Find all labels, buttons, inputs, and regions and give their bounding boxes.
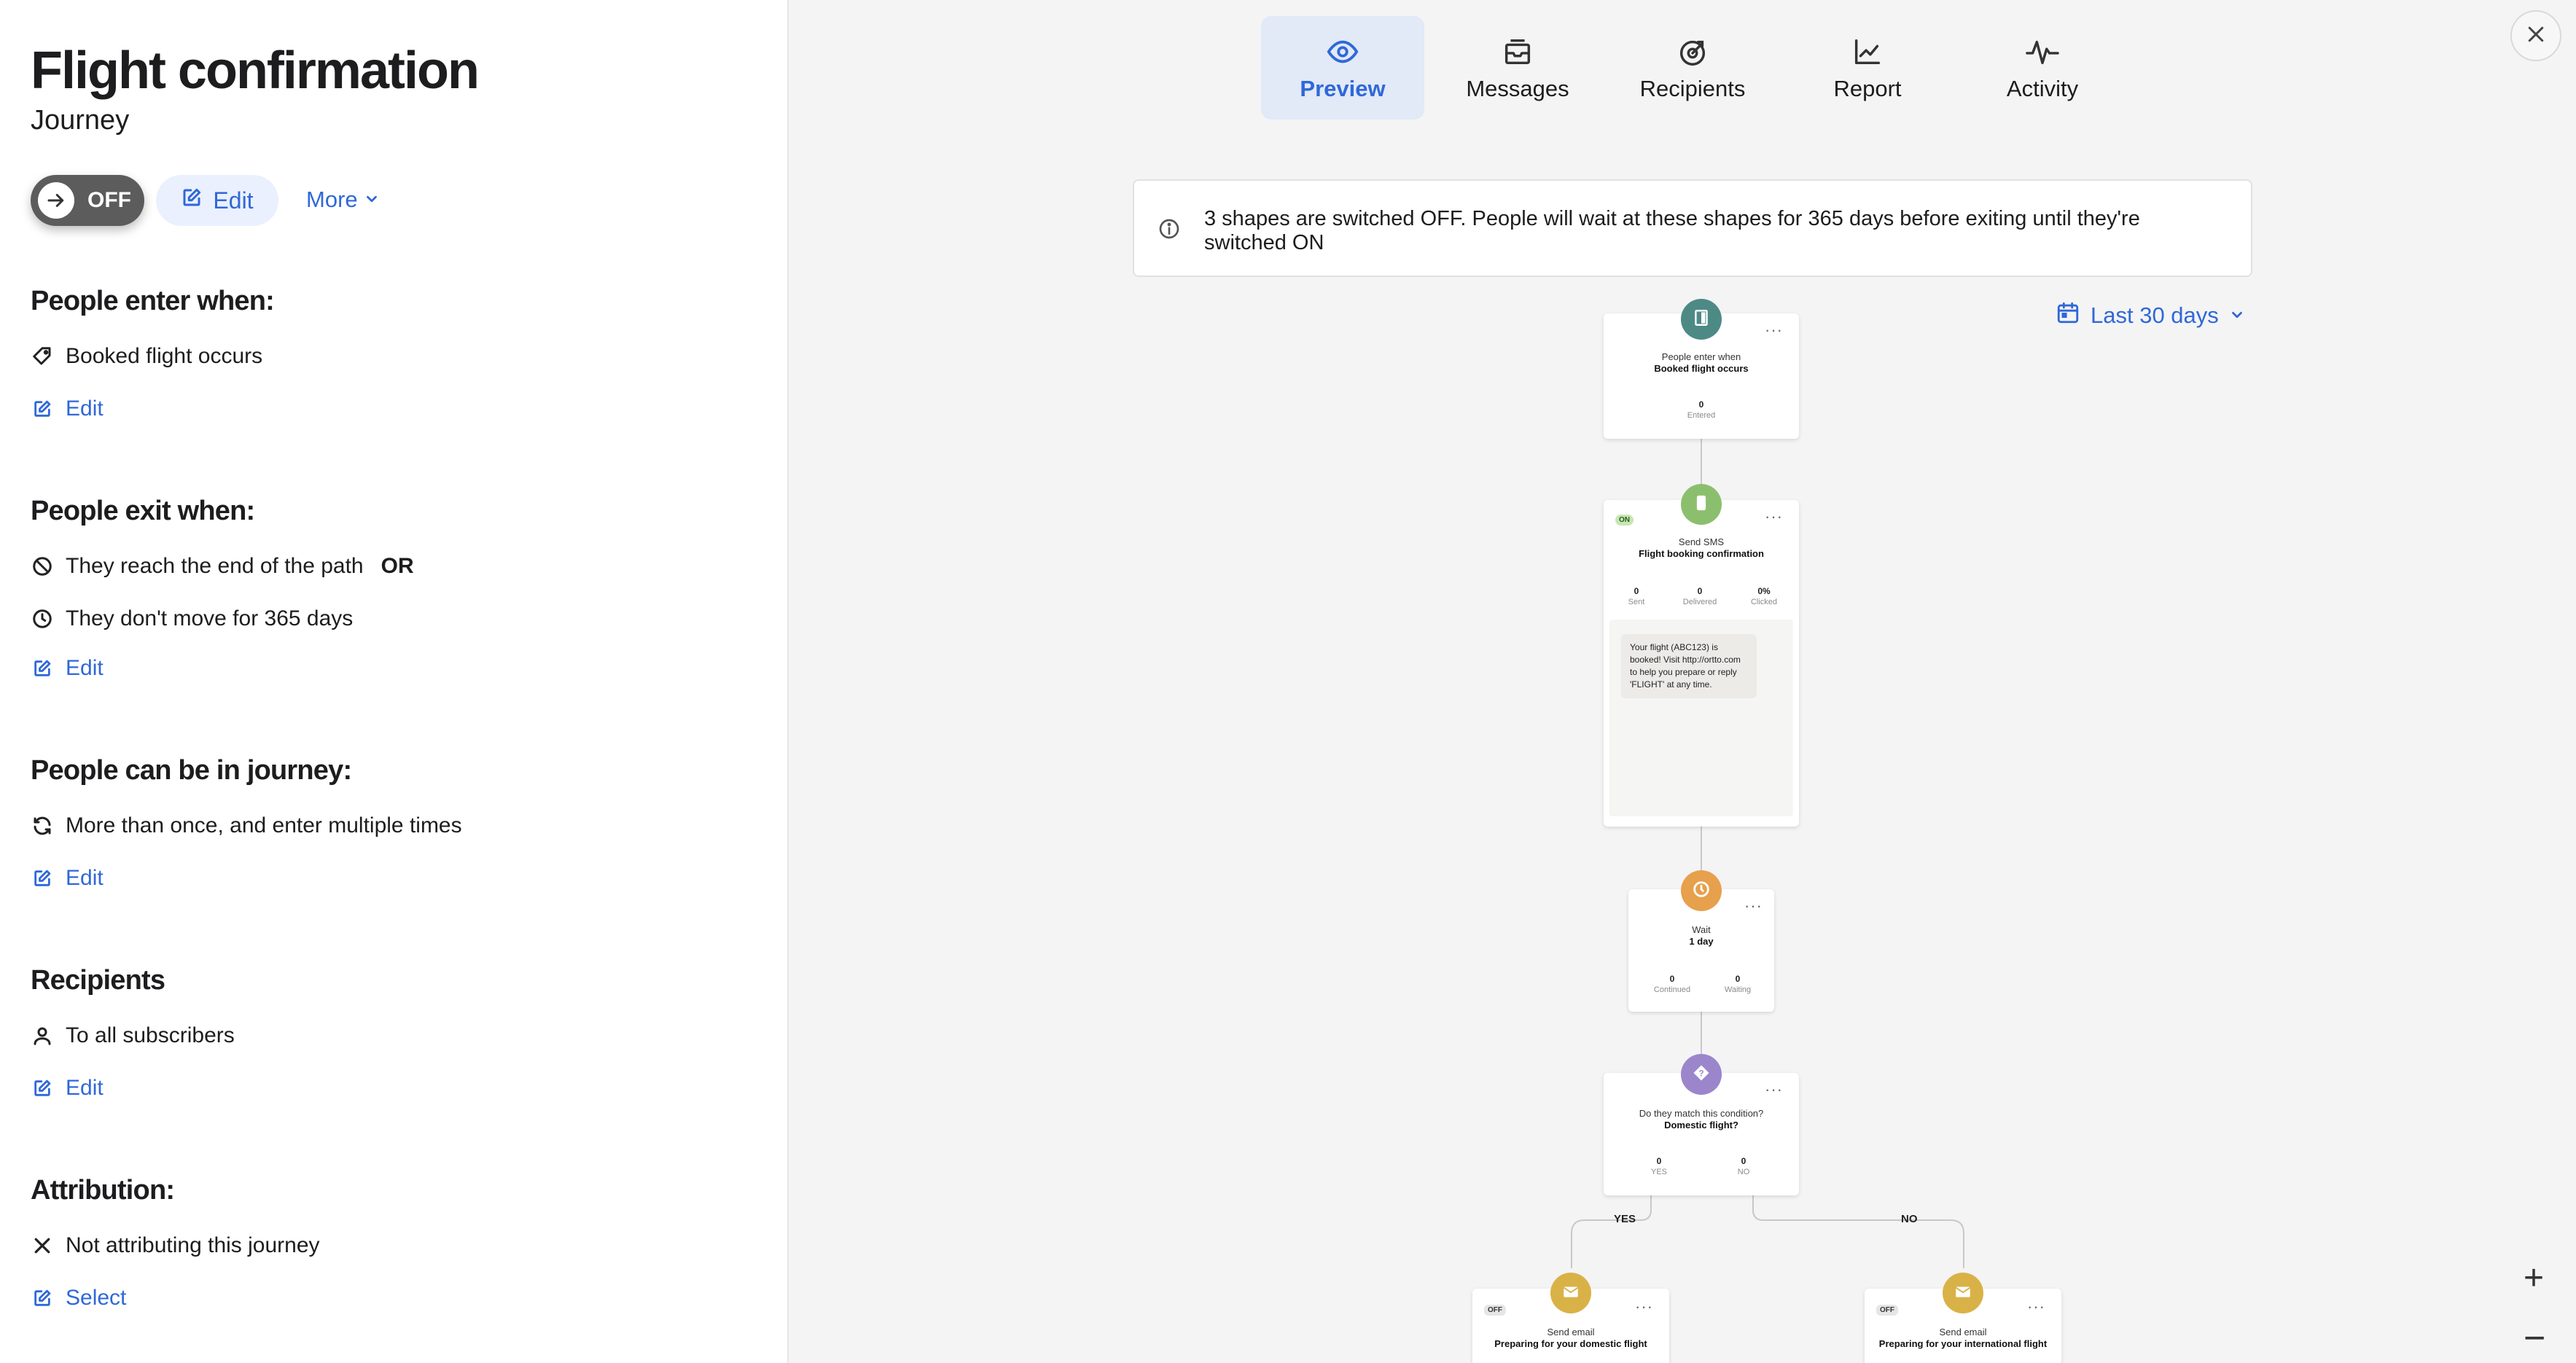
inbox-icon [1501,34,1534,70]
close-button[interactable] [2510,10,2561,61]
edit-icon [31,657,54,680]
edit-icon [181,187,203,214]
edit-icon [31,867,54,890]
eye-icon [1326,34,1359,70]
ban-icon [31,555,54,578]
edit-icon [31,1077,54,1100]
stat-entered: 0 Entered [1687,399,1716,420]
stat-clicked: 0% Clicked [1750,586,1778,606]
info-icon [1158,217,1181,244]
recipients-edit-link[interactable]: Edit [31,1076,104,1101]
tab-activity[interactable]: Activity [1961,16,2124,120]
frequency-heading: People can be in journey: [31,755,352,786]
more-options-icon[interactable]: ··· [1765,321,1783,340]
zoom-in-button[interactable]: + [2524,1261,2544,1296]
stat-yes: 0 YES [1650,1156,1667,1176]
status-off-badge: OFF [1484,1305,1506,1316]
trigger-node [1681,299,1722,340]
repeat-icon [31,814,54,837]
target-icon [1676,34,1709,70]
sms-node [1681,484,1722,525]
enter-edit-link[interactable]: Edit [31,397,104,421]
journey-status-toggle[interactable]: OFF [31,175,144,226]
calendar-icon [2056,300,2080,331]
more-options-icon[interactable]: ··· [1765,1080,1783,1099]
banner-text: 3 shapes are switched OFF. People will w… [1204,207,2140,254]
branch-no-label: NO [1901,1213,1918,1225]
more-options-icon[interactable]: ··· [2027,1297,2045,1316]
email-domestic-node [1550,1273,1591,1313]
tab-messages[interactable]: Messages [1436,16,1599,120]
toggle-label: OFF [87,188,131,212]
edit-journey-button[interactable]: Edit [156,175,278,226]
question-diamond-icon: ? [1691,1063,1712,1087]
stat-continued: 0 Continued [1653,974,1691,994]
stat-sent: 0 Sent [1628,586,1645,606]
more-options-icon[interactable]: ··· [1744,897,1763,915]
journey-subtitle: Journey [31,105,130,136]
svg-text:?: ? [1698,1069,1703,1078]
phone-icon [1693,493,1710,516]
tag-icon [31,345,54,368]
more-menu-button[interactable]: More [306,187,380,213]
more-options-icon[interactable]: ··· [1765,507,1783,526]
arrow-right-icon [38,182,74,219]
email-international-node [1943,1273,1983,1313]
frequency-edit-link[interactable]: Edit [31,866,104,891]
exit-heading: People exit when: [31,496,255,526]
exit-condition-path-end: They reach the end of the path OR [31,554,414,579]
status-off-badge: OFF [1876,1305,1898,1316]
or-label: OR [380,554,414,578]
journey-settings-panel: Flight confirmation Journey OFF Edit Mor… [0,0,789,1363]
status-on-badge: ON [1615,515,1634,526]
stat-no: 0 NO [1737,1156,1750,1176]
more-label: More [306,187,358,212]
stat-delivered: 0 Delivered [1682,586,1717,606]
sms-message-bubble: Your flight (ABC123) is booked! Visit ht… [1621,634,1757,698]
attribution-heading: Attribution: [31,1175,175,1206]
chevron-down-icon [2229,302,2245,329]
activity-icon [2024,34,2061,70]
condition-node: ? [1681,1054,1722,1095]
envelope-icon [1954,1282,1972,1305]
envelope-icon [1561,1282,1580,1305]
attribution-select-link[interactable]: Select [31,1286,126,1311]
tab-recipients[interactable]: Recipients [1611,16,1774,120]
recipients-setting: To all subscribers [31,1023,235,1048]
edit-icon [31,397,54,421]
zoom-out-button[interactable]: − [2524,1319,2545,1357]
edit-icon [31,1286,54,1310]
x-icon [31,1234,54,1257]
exit-edit-link[interactable]: Edit [31,656,104,681]
recipients-heading: Recipients [31,965,165,996]
clock-icon [1691,879,1712,903]
tab-preview[interactable]: Preview [1261,16,1424,120]
stat-waiting: 0 Waiting [1724,974,1752,994]
send-sms-shape[interactable]: ON ··· Send SMS Flight booking confirmat… [1604,500,1799,827]
shapes-off-banner: 3 shapes are switched OFF. People will w… [1133,179,2252,277]
date-range-selector[interactable]: Last 30 days [2056,300,2245,331]
branch-connector [1571,1195,1964,1268]
wait-node [1681,870,1722,911]
close-icon [2525,23,2547,49]
exit-condition-timeout: They don't move for 365 days [31,606,353,631]
branch-yes-label: YES [1614,1213,1636,1225]
enter-condition: Booked flight occurs [31,344,262,369]
user-icon [31,1024,54,1047]
chevron-down-icon [364,187,380,213]
date-range-label: Last 30 days [2091,302,2219,328]
enter-heading: People enter when: [31,286,275,316]
attribution-setting: Not attributing this journey [31,1233,320,1258]
line-chart-icon [1851,34,1884,70]
door-icon [1692,308,1711,331]
edit-label: Edit [213,187,254,214]
tab-report[interactable]: Report [1786,16,1949,120]
more-options-icon[interactable]: ··· [1635,1297,1653,1316]
clock-icon [31,607,54,630]
frequency-setting: More than once, and enter multiple times [31,813,462,838]
journey-title: Flight confirmation [31,42,480,100]
